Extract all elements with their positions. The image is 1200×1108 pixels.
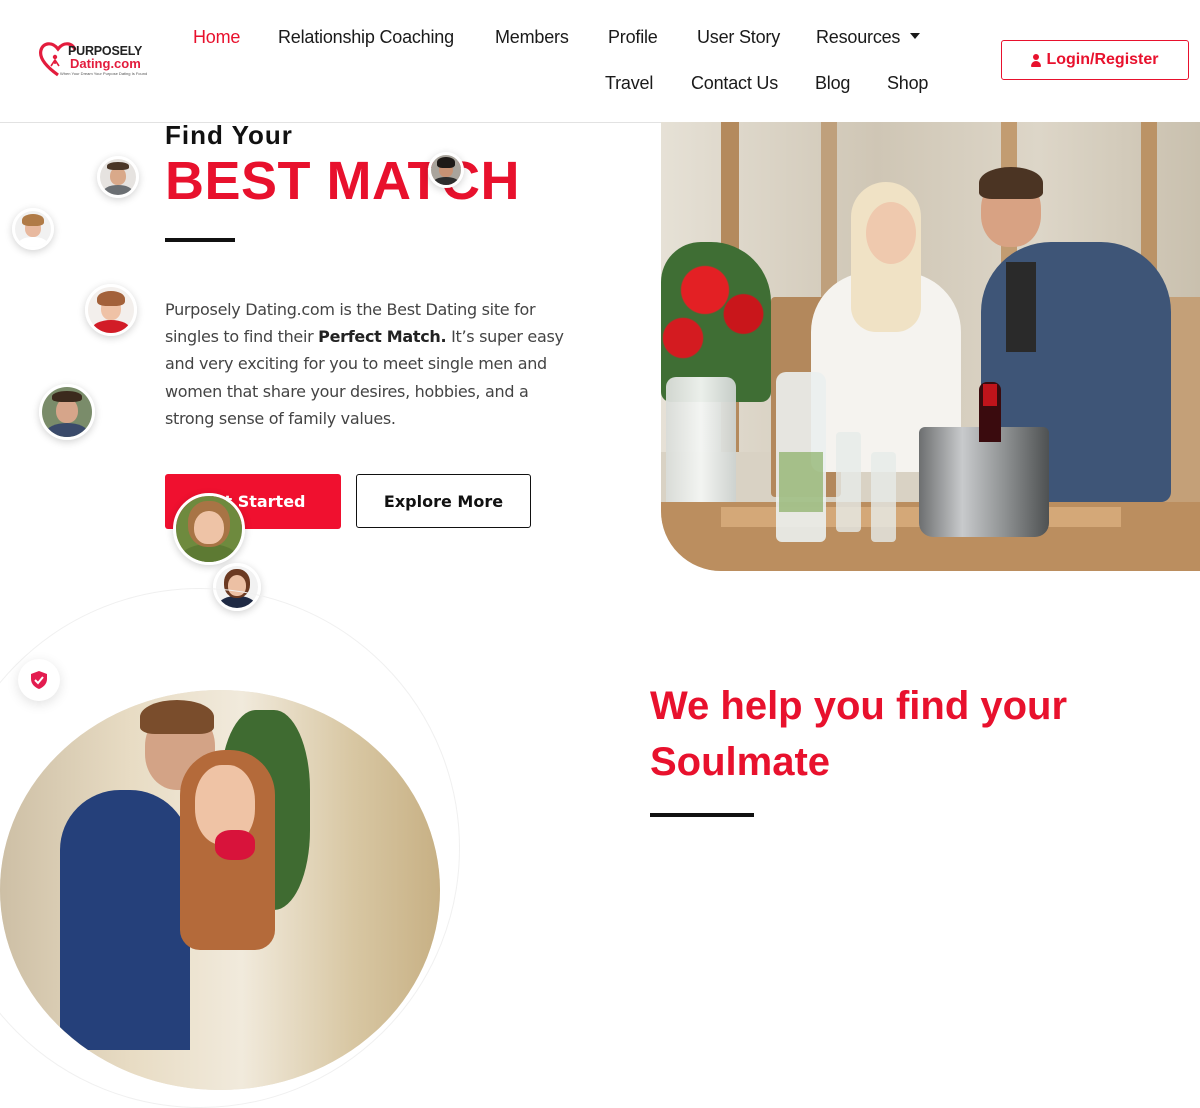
member-avatar — [12, 208, 54, 250]
couple-image — [0, 690, 440, 1090]
site-logo[interactable]: PURPOSELY Dating.com When Your Dream You… — [38, 38, 147, 82]
nav-relationship-coaching[interactable]: Relationship Coaching — [278, 27, 454, 48]
hero-title: BEST MATCH — [165, 151, 520, 211]
logo-name-bottom: Dating.com — [70, 56, 141, 71]
hero-couple-image — [661, 122, 1200, 571]
member-avatar — [173, 493, 245, 565]
nav-blog[interactable]: Blog — [815, 73, 850, 94]
nav-home[interactable]: Home — [193, 27, 240, 48]
nav-travel[interactable]: Travel — [605, 73, 653, 94]
caret-down-icon — [910, 33, 921, 40]
nav-shop[interactable]: Shop — [887, 73, 928, 94]
hero-description: Purposely Dating.com is the Best Dating … — [165, 296, 565, 432]
nav-user-story[interactable]: User Story — [697, 27, 780, 48]
nav-resources-label: Resources — [816, 27, 901, 47]
hero-desc-bold: Perfect Match. — [318, 327, 447, 347]
nav-profile[interactable]: Profile — [608, 27, 658, 48]
hero-divider — [165, 238, 235, 242]
login-register-label: Login/Register — [1046, 51, 1159, 68]
nav-contact-us[interactable]: Contact Us — [691, 73, 778, 94]
member-avatar — [85, 284, 137, 336]
member-avatar — [428, 152, 464, 188]
shield-check-icon — [31, 671, 47, 689]
site-header: PURPOSELY Dating.com When Your Dream You… — [0, 0, 1200, 123]
nav-members[interactable]: Members — [495, 27, 569, 48]
member-avatar — [97, 156, 139, 198]
section-divider — [650, 813, 754, 817]
section-heading: We help you find your Soulmate — [650, 684, 1068, 784]
nav-resources[interactable]: Resources — [816, 27, 921, 48]
login-register-button[interactable]: Login/Register — [1001, 40, 1189, 80]
member-avatar — [39, 384, 95, 440]
hero-pretitle: Find Your — [165, 120, 293, 150]
user-icon — [1031, 53, 1042, 67]
explore-more-button[interactable]: Explore More — [356, 474, 531, 528]
logo-tagline: When Your Dream Your Purpose Dating Is F… — [60, 71, 148, 76]
